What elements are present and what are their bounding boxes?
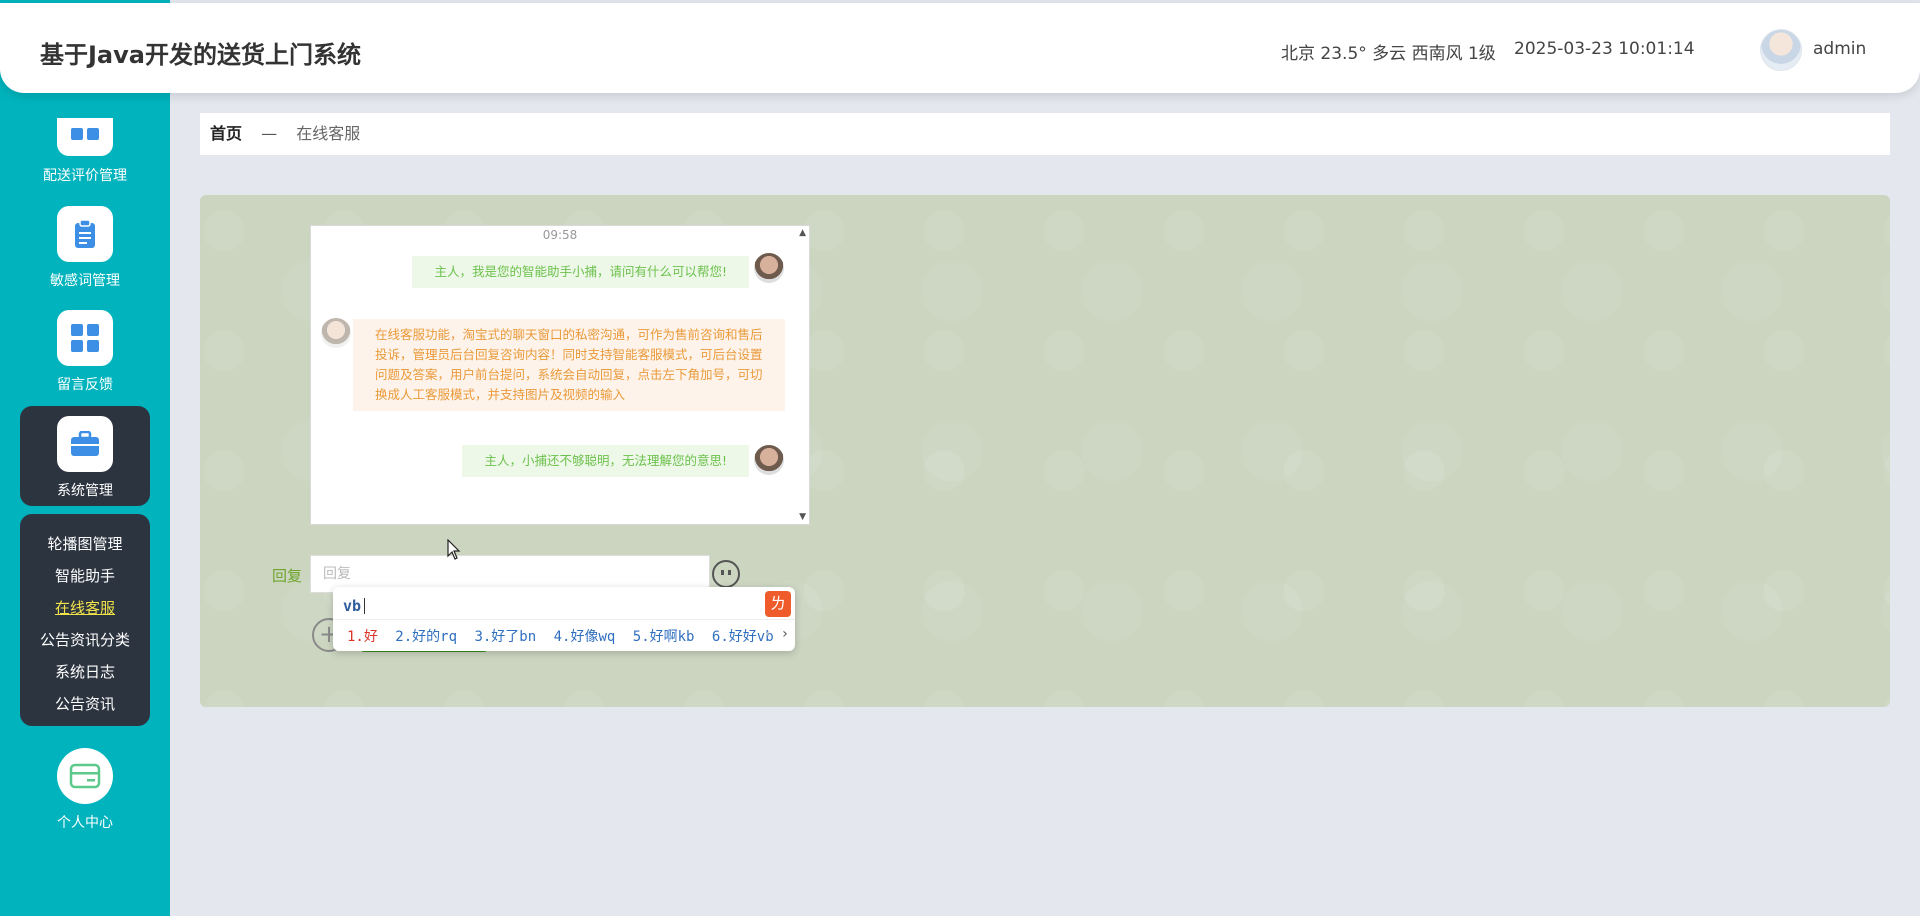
user-avatar[interactable] bbox=[1760, 29, 1802, 71]
user-avatar-chat bbox=[321, 318, 351, 348]
user-message: 在线客服功能，淘宝式的聊天窗口的私密沟通，可作为售前咨询和售后投诉，管理员后台回… bbox=[353, 319, 785, 411]
submenu-item-news[interactable]: 公告资讯 bbox=[20, 688, 150, 720]
bot-message: 主人，我是您的智能助手小捕，请问有什么可以帮您! bbox=[412, 256, 749, 288]
ime-next-icon[interactable]: › bbox=[781, 626, 789, 642]
reply-label: 回复 bbox=[272, 567, 303, 585]
sidebar: 配送评价管理 敏感词管理 留言反馈 系统管理 轮播图管理 智能助手 在线客服 公… bbox=[0, 0, 170, 916]
clipboard-icon bbox=[57, 206, 113, 262]
ime-candidate[interactable]: 5.好啊kb bbox=[633, 629, 695, 645]
ime-candidate[interactable]: 4.好像wq bbox=[554, 629, 616, 645]
briefcase-icon bbox=[57, 416, 113, 472]
scroll-down-icon[interactable]: ▼ bbox=[799, 512, 806, 522]
submenu-item-carousel[interactable]: 轮播图管理 bbox=[20, 528, 150, 560]
sidebar-item-label: 系统管理 bbox=[57, 483, 113, 499]
mouse-pointer-icon bbox=[447, 539, 461, 560]
top-header: 基于Java开发的送货上门系统 北京 23.5° 多云 西南风 1级 2025-… bbox=[0, 3, 1920, 93]
ime-candidate[interactable]: 1.好 bbox=[347, 629, 378, 645]
ime-logo-icon[interactable]: ㄌ bbox=[765, 591, 791, 617]
submenu-item-assistant[interactable]: 智能助手 bbox=[20, 560, 150, 592]
submenu-item-news-category[interactable]: 公告资讯分类 bbox=[20, 624, 150, 656]
ime-candidates: 1.好 2.好的rq 3.好了bn 4.好像wq 5.好啊kb 6.好好vb bbox=[347, 626, 783, 646]
scroll-up-icon[interactable]: ▲ bbox=[799, 228, 806, 238]
grid-icon bbox=[57, 118, 113, 156]
sidebar-item-system-management[interactable]: 系统管理 bbox=[20, 406, 150, 506]
breadcrumb-current: 在线客服 bbox=[296, 124, 361, 143]
bot-avatar bbox=[754, 445, 784, 475]
breadcrumb: 首页 — 在线客服 bbox=[200, 113, 1890, 155]
sidebar-item-label: 个人中心 bbox=[57, 815, 113, 831]
sidebar-item-label: 敏感词管理 bbox=[50, 273, 120, 289]
breadcrumb-separator: — bbox=[261, 124, 278, 143]
emoji-icon[interactable] bbox=[712, 560, 740, 588]
sidebar-item-sensitive-words[interactable]: 敏感词管理 bbox=[20, 206, 150, 306]
bot-message: 主人，小捕还不够聪明，无法理解您的意思! bbox=[462, 445, 749, 477]
card-icon bbox=[57, 748, 113, 804]
ime-input-code: vb bbox=[343, 597, 362, 615]
sidebar-item-feedback[interactable]: 留言反馈 bbox=[20, 310, 150, 410]
bot-avatar bbox=[754, 253, 784, 283]
submenu-item-system-log[interactable]: 系统日志 bbox=[20, 656, 150, 688]
grid-icon bbox=[57, 310, 113, 366]
ime-caret bbox=[364, 598, 365, 614]
sidebar-item-personal-center[interactable]: 个人中心 bbox=[20, 748, 150, 848]
ime-page-arrows[interactable]: ‹ › bbox=[764, 626, 789, 642]
username[interactable]: admin bbox=[1813, 39, 1866, 59]
current-datetime: 2025-03-23 10:01:14 bbox=[1514, 39, 1695, 59]
ime-candidate[interactable]: 2.好的rq bbox=[395, 629, 457, 645]
weather-info: 北京 23.5° 多云 西南风 1级 bbox=[1281, 44, 1496, 64]
ime-candidate[interactable]: 3.好了bn bbox=[474, 629, 536, 645]
system-submenu: 轮播图管理 智能助手 在线客服 公告资讯分类 系统日志 公告资讯 bbox=[20, 514, 150, 726]
chat-window[interactable]: 09:58 ▲ ▼ 主人，我是您的智能助手小捕，请问有什么可以帮您! 在线客服功… bbox=[310, 225, 810, 525]
ime-prev-icon[interactable]: ‹ bbox=[764, 626, 772, 642]
chat-timestamp: 09:58 bbox=[542, 228, 578, 242]
sidebar-item-label: 留言反馈 bbox=[57, 377, 113, 393]
breadcrumb-home[interactable]: 首页 bbox=[210, 124, 242, 143]
sidebar-item-label: 配送评价管理 bbox=[43, 168, 127, 184]
sidebar-item-delivery-review[interactable]: 配送评价管理 bbox=[20, 78, 150, 184]
submenu-item-online-service[interactable]: 在线客服 bbox=[20, 592, 150, 624]
app-title: 基于Java开发的送货上门系统 bbox=[40, 41, 361, 69]
ime-candidate-popup: vb ㄌ 1.好 2.好的rq 3.好了bn 4.好像wq 5.好啊kb 6.好… bbox=[333, 587, 795, 651]
